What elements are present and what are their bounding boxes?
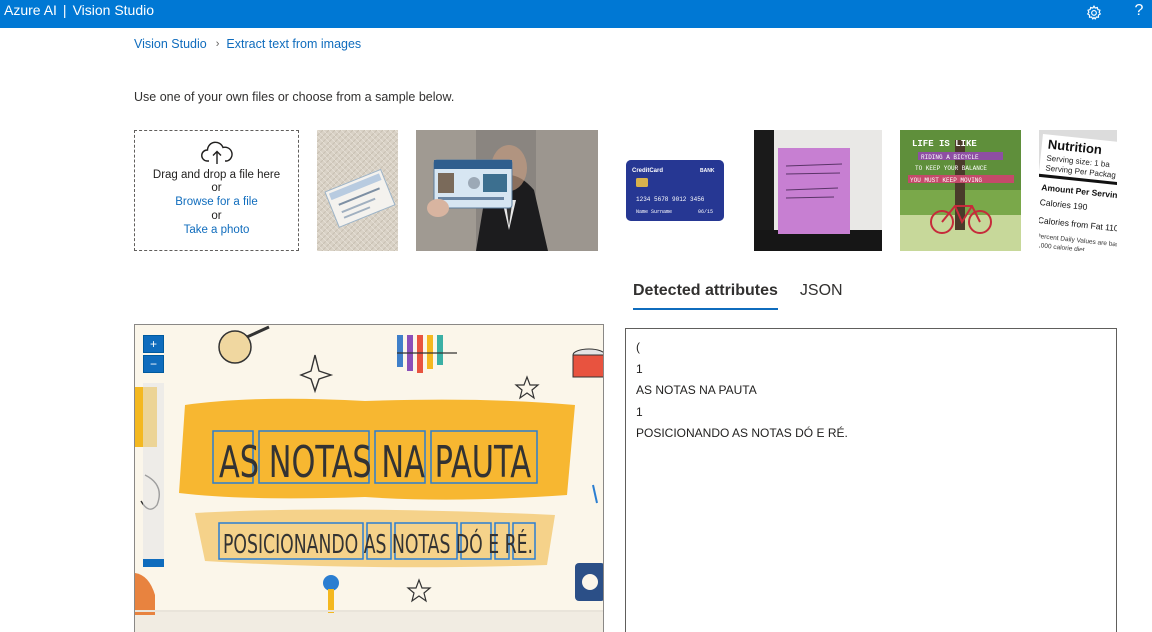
tab-detected-attributes[interactable]: Detected attributes — [633, 282, 778, 310]
result-line: ( — [636, 340, 640, 354]
brand-separator: | — [62, 2, 67, 18]
detected-text-panel[interactable]: ( 1 AS NOTAS NA PAUTA 1 POSICIONANDO AS … — [625, 328, 1117, 632]
intro-text: Use one of your own files or choose from… — [134, 90, 455, 104]
help-icon[interactable]: ? — [1129, 2, 1149, 22]
cloud-upload-icon — [200, 141, 233, 164]
browse-file-link[interactable]: Browse for a file — [135, 195, 298, 210]
analyzed-image: AS NOTAS NA PAUTA POSICIONANDO AS NOTAS … — [135, 325, 603, 632]
card-holder: Name Surname — [636, 209, 672, 215]
or-text: or — [211, 182, 222, 194]
drag-drop-text: Drag and drop a file here — [152, 169, 281, 181]
result-line: POSICIONANDO AS NOTAS DÓ E RÉ. — [636, 426, 848, 440]
poster-line-2: RIDING A BICYCLE — [921, 154, 979, 161]
image-subtitle-text: POSICIONANDO AS NOTAS DÓ E RÉ. — [223, 528, 533, 560]
product-name: Vision Studio — [72, 2, 155, 18]
sample-sticky-note[interactable] — [754, 130, 882, 251]
result-tabs: Detected attributes JSON — [633, 282, 843, 310]
zoom-slider-thumb[interactable] — [143, 559, 164, 567]
take-photo-link[interactable]: Take a photo — [135, 223, 298, 238]
card-brand: CreditCard — [632, 168, 663, 174]
sample-social-security-card[interactable] — [317, 130, 398, 251]
gear-icon[interactable] — [1085, 2, 1105, 22]
breadcrumb: Vision Studio › Extract text from images — [134, 37, 361, 51]
image-title-text: AS NOTAS NA PAUTA — [219, 437, 531, 488]
zoom-slider-track[interactable] — [143, 383, 164, 563]
sample-credit-card[interactable]: CreditCard BANK 1234 5678 9012 3456 Name… — [616, 130, 736, 251]
card-expiry: 06/15 — [698, 209, 713, 215]
sample-nutrition-label[interactable]: Nutrition Serving size: 1 ba Serving Per… — [1039, 130, 1117, 251]
result-line: 1 — [636, 404, 643, 419]
or-text: or — [211, 210, 222, 222]
zoom-in-button[interactable]: + — [143, 335, 164, 353]
zoom-out-button[interactable]: − — [143, 355, 164, 373]
result-line: AS NOTAS NA PAUTA — [636, 383, 757, 397]
file-drop-zone[interactable]: Drag and drop a file here or Browse for … — [134, 130, 299, 251]
poster-line-1: LIFE IS LIKE — [912, 139, 977, 149]
card-bank: BANK — [700, 168, 715, 174]
sample-id-card[interactable] — [416, 130, 598, 251]
chevron-right-icon: › — [215, 38, 220, 50]
poster-line-4: YOU MUST KEEP MOVING — [910, 177, 982, 184]
app-brand[interactable]: Azure AI | Vision Studio — [4, 1, 154, 19]
sample-bicycle-poster[interactable]: LIFE IS LIKE RIDING A BICYCLE TO KEEP YO… — [900, 130, 1021, 251]
image-viewer[interactable]: AS NOTAS NA PAUTA POSICIONANDO AS NOTAS … — [134, 324, 604, 632]
card-number: 1234 5678 9012 3456 — [636, 196, 705, 203]
breadcrumb-extract-text[interactable]: Extract text from images — [226, 37, 361, 51]
result-line: 1 — [636, 361, 643, 376]
breadcrumb-vision-studio[interactable]: Vision Studio — [134, 37, 207, 51]
poster-line-3: TO KEEP YOUR BALANCE — [915, 165, 987, 172]
top-bar: Azure AI | Vision Studio ? — [0, 0, 1152, 28]
tab-json[interactable]: JSON — [800, 282, 843, 310]
brand-name: Azure AI — [4, 2, 57, 18]
